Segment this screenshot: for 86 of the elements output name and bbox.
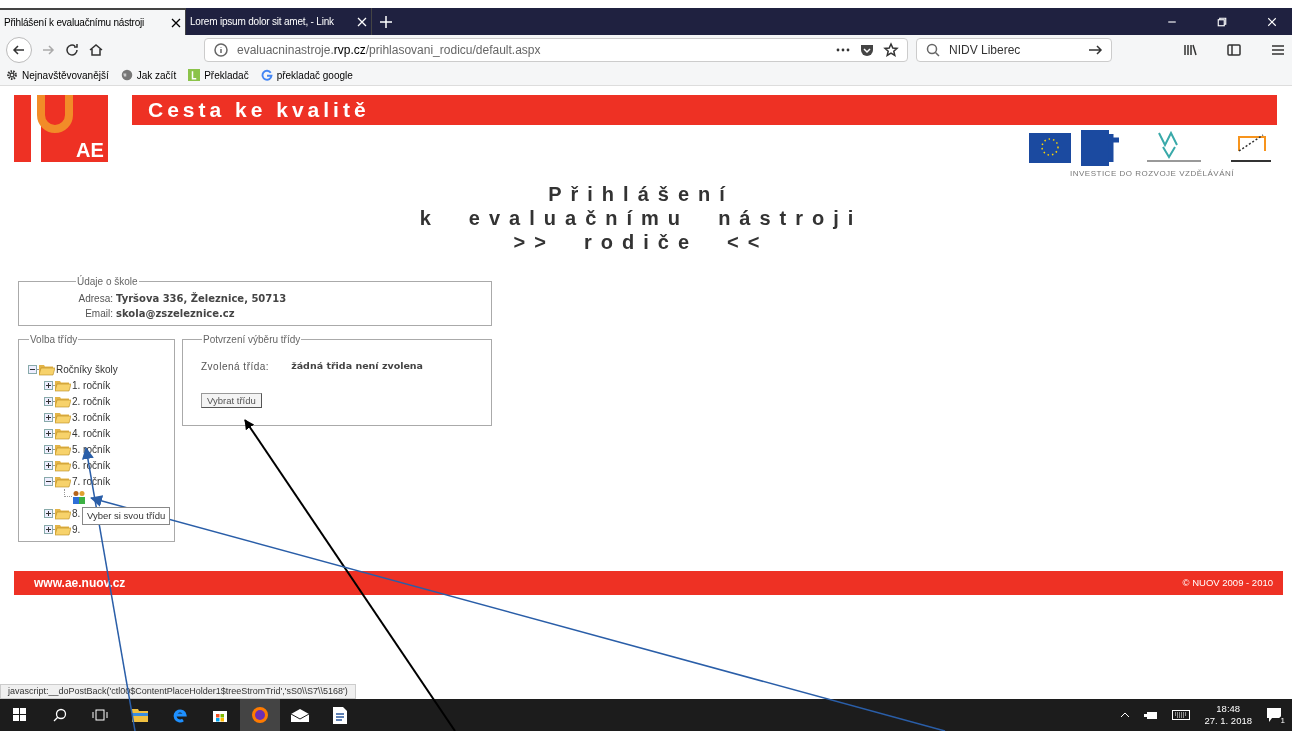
reload-icon[interactable]	[64, 42, 80, 58]
new-tab-icon[interactable]	[378, 13, 394, 30]
folder-icon	[55, 394, 71, 408]
page-heading: Přihlášení	[548, 182, 734, 206]
folder-icon	[55, 522, 71, 536]
expand-icon[interactable]	[44, 460, 53, 470]
google-icon	[260, 69, 273, 81]
globe-icon	[120, 69, 133, 81]
fieldset-legend: Volba třídy	[29, 332, 79, 347]
sidebar-icon[interactable]	[1226, 42, 1242, 58]
menu-icon[interactable]	[1270, 42, 1286, 58]
expand-icon[interactable]	[44, 508, 53, 518]
translator-icon	[188, 69, 201, 81]
notification-count: 1	[1278, 716, 1287, 726]
tree-item[interactable]: 3. ročník	[72, 409, 111, 425]
folder-icon	[55, 426, 71, 440]
power-icon[interactable]	[1144, 710, 1159, 720]
eu-flag-icon	[1029, 133, 1071, 163]
notification-icon[interactable]	[1266, 707, 1282, 723]
sponsor-caption: INVESTICE DO ROZVOJE VZDĚLÁVÁNÍ	[1070, 168, 1234, 180]
expand-icon[interactable]	[44, 412, 53, 422]
back-button[interactable]	[6, 37, 32, 63]
field-value: skola@zszeleznice.cz	[116, 307, 236, 321]
select-class-button[interactable]: Vybrat třídu	[201, 393, 262, 408]
expand-icon[interactable]	[44, 396, 53, 406]
fieldset-legend: Údaje o škole	[76, 274, 139, 289]
fox-browser-icon[interactable]	[251, 706, 269, 724]
expand-icon[interactable]	[44, 524, 53, 534]
field-label: Adresa:	[77, 292, 113, 306]
tooltip: Vyber si svou třídu	[82, 507, 171, 525]
collapse-icon[interactable]	[44, 476, 53, 486]
bookmark[interactable]: Překladač	[188, 67, 249, 83]
folder-icon	[55, 442, 71, 456]
bookmark[interactable]: překladač google	[260, 67, 353, 83]
info-icon[interactable]	[213, 42, 229, 58]
tree-item[interactable]: 2. ročník	[72, 393, 111, 409]
document-icon[interactable]	[333, 706, 347, 724]
search-field[interactable]: NIDV Liberec	[916, 38, 1112, 62]
clock[interactable]: 18:48 27. 1. 2018	[1204, 703, 1252, 727]
tree-item[interactable]: 5. ročník	[72, 441, 111, 457]
windows-start-icon[interactable]	[13, 708, 27, 722]
expand-icon[interactable]	[44, 444, 53, 454]
field-label: Email:	[84, 307, 113, 321]
folder-icon	[55, 378, 71, 392]
field-value: žádná třida není zvolena	[291, 359, 424, 373]
fieldset-legend: Potvrzení výběru třídy	[202, 332, 302, 347]
chevron-up-icon[interactable]	[1120, 712, 1131, 718]
banner-title: Cesta ke kvalitě	[148, 97, 370, 124]
restore-icon[interactable]	[1216, 15, 1228, 28]
field-label: Zvolená třída:	[201, 360, 270, 374]
copyright-text: © NUOV 2009 - 2010	[1182, 575, 1273, 590]
pocket-icon[interactable]	[859, 42, 875, 58]
folder-icon	[55, 506, 71, 520]
page-heading: >> rodiče <<	[513, 230, 769, 254]
search-icon[interactable]	[53, 708, 67, 722]
page-heading: k evaluačnímu nástroji	[419, 206, 863, 230]
close-icon[interactable]	[1266, 15, 1278, 28]
library-icon[interactable]	[1182, 42, 1198, 58]
people-icon[interactable]	[72, 490, 86, 504]
keyboard-icon[interactable]	[1172, 710, 1191, 720]
expand-icon[interactable]	[44, 380, 53, 390]
logo-text: AE	[76, 140, 104, 160]
tree-item[interactable]: 4. ročník	[72, 425, 111, 441]
star-icon[interactable]	[883, 42, 899, 58]
mail-icon[interactable]	[291, 708, 309, 722]
close-icon[interactable]	[171, 17, 181, 28]
home-icon[interactable]	[88, 42, 104, 58]
field-value: Tyršova 336, Železnice, 50713	[116, 291, 288, 306]
gear-icon	[6, 69, 18, 81]
collapse-icon[interactable]	[28, 364, 37, 374]
folder-icon	[55, 474, 71, 488]
expand-icon[interactable]	[44, 428, 53, 438]
task-view-icon[interactable]	[92, 709, 108, 721]
bookmark[interactable]: Jak začít	[120, 67, 177, 83]
bookmark[interactable]: Nejnavštěvovanější	[6, 67, 109, 83]
tree-item[interactable]: 9.	[72, 521, 81, 537]
tree-item[interactable]: 8.	[72, 505, 81, 521]
folder-icon	[39, 362, 55, 376]
tree-item[interactable]: 1. ročník	[72, 377, 111, 393]
browser-tab[interactable]: Přihlášení k evaluačnímu nástroji	[0, 8, 186, 35]
browser-e-icon[interactable]	[172, 707, 188, 723]
folder-icon	[55, 458, 71, 472]
folder-icon[interactable]	[132, 708, 148, 722]
address-bar[interactable]: evaluacninastroje.rvp.cz/prihlasovani_rodicu/default.aspx	[204, 38, 908, 62]
folder-icon	[55, 410, 71, 424]
tree-item[interactable]: Ročníky školy	[56, 361, 118, 377]
